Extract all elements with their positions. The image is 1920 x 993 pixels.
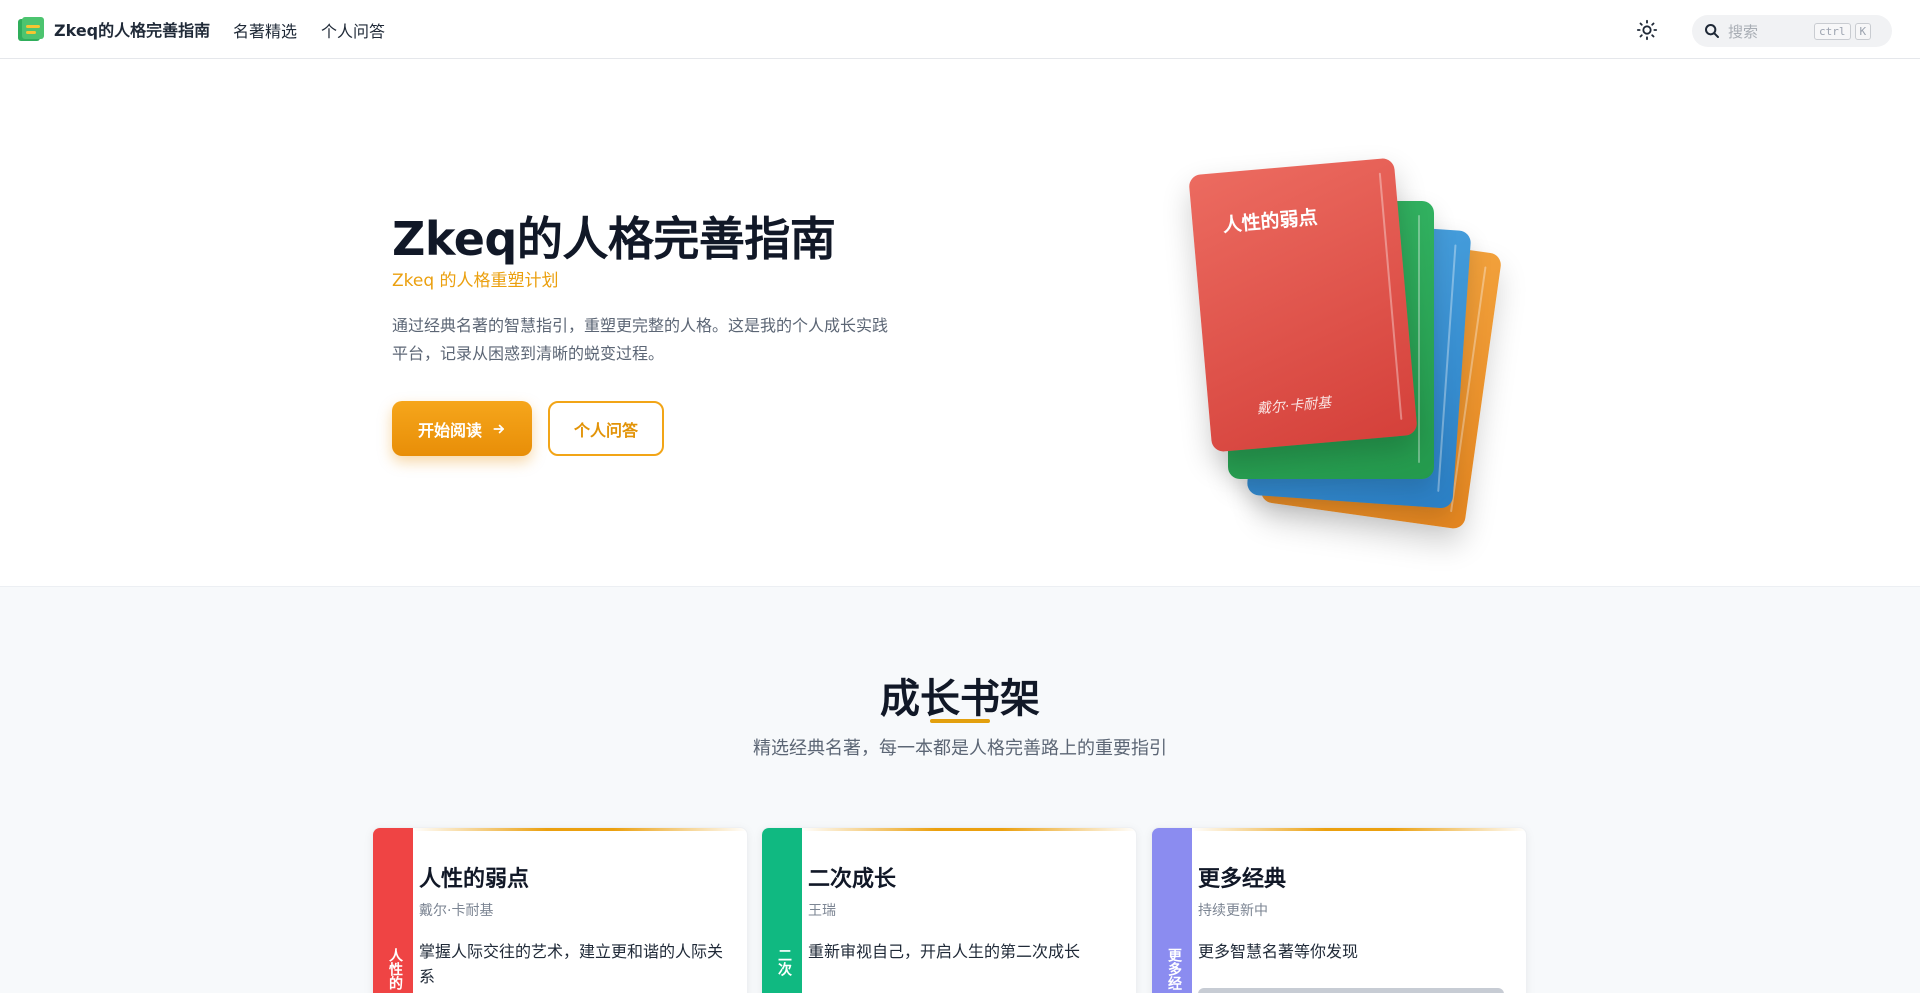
section-title-underline: [930, 719, 990, 723]
nav-link-qa[interactable]: 个人问答: [321, 18, 385, 42]
nav-link-classics[interactable]: 名著精选: [233, 18, 297, 42]
book-card-description: 掌握人际交往的艺术，建立更和谐的人际关系: [419, 942, 724, 986]
coming-soon-bar: [1198, 988, 1504, 993]
top-nav: Zkeq的人格完善指南 名著精选 个人问答 搜索 ctrl K: [0, 0, 1920, 59]
bookshelf-section: 成长书架 精选经典名著，每一本都是人格完善路上的重要指引 人性的 人性的弱点 戴…: [0, 586, 1920, 993]
book-card-title: 人性的弱点: [419, 867, 530, 892]
book-spine: 人性的: [373, 828, 413, 993]
book-card-title: 更多经典: [1198, 867, 1287, 892]
book-card-description: 重新审视自己，开启人生的第二次成长: [808, 942, 1081, 961]
brand-link[interactable]: Zkeq的人格完善指南: [16, 14, 210, 44]
book-spine-text: 二次: [776, 948, 792, 976]
kbd-ctrl: ctrl: [1814, 22, 1851, 40]
book-spine-text: 人性的: [387, 948, 403, 990]
kbd-k: K: [1854, 22, 1872, 40]
book-card-author: 王瑞: [808, 903, 836, 919]
book-card[interactable]: 更多经 更多经典 持续更新中 更多智慧名著等你发现: [1151, 827, 1527, 993]
search-icon: [1705, 24, 1719, 38]
start-reading-label: 开始阅读: [417, 420, 482, 440]
section-subtitle: 精选经典名著，每一本都是人格完善路上的重要指引: [753, 738, 1167, 759]
hero-description: 通过经典名著的智慧指引，重塑更完整的人格。这是我的个人成长实践平台，记录从困惑到…: [392, 316, 889, 363]
section-title: 成长书架: [880, 676, 1040, 722]
brand-title: Zkeq的人格完善指南: [54, 21, 211, 40]
book-spine-text: 更多经: [1166, 948, 1182, 990]
arrow-right-icon: [493, 424, 504, 433]
personal-qa-button[interactable]: 个人问答: [548, 401, 664, 456]
book-cover-front: 人性的弱点 戴尔·卡耐基: [1188, 157, 1418, 453]
hero-section: Zkeq的人格完善指南 Zkeq 的人格重塑计划 通过经典名著的智慧指引，重塑更…: [0, 59, 1920, 586]
book-card[interactable]: 人性的 人性的弱点 戴尔·卡耐基 掌握人际交往的艺术，建立更和谐的人际关系: [372, 827, 748, 993]
book-cover-title: 人性的弱点: [1221, 206, 1319, 237]
hero-subtitle: Zkeq 的人格重塑计划: [392, 271, 559, 291]
book-cover-author: 戴尔·卡耐基: [1256, 394, 1332, 418]
book-spine: 二次: [762, 828, 802, 993]
brand-logo-icon: [16, 15, 46, 43]
book-card-title: 二次成长: [808, 867, 897, 892]
search-button[interactable]: 搜索 ctrl K: [1692, 15, 1892, 47]
book-card-author: 持续更新中: [1198, 903, 1268, 919]
theme-toggle-button[interactable]: [1634, 17, 1660, 43]
book-card[interactable]: 二次 二次成长 王瑞 重新审视自己，开启人生的第二次成长: [761, 827, 1137, 993]
book-spine: 更多经: [1152, 828, 1192, 993]
start-reading-button[interactable]: 开始阅读: [392, 401, 532, 456]
hero-title: Zkeq的人格完善指南: [392, 212, 836, 266]
sun-icon: [1636, 19, 1658, 41]
book-card-author: 戴尔·卡耐基: [419, 903, 494, 919]
search-placeholder: 搜索: [1728, 22, 1759, 41]
book-card-description: 更多智慧名著等你发现: [1198, 942, 1359, 961]
